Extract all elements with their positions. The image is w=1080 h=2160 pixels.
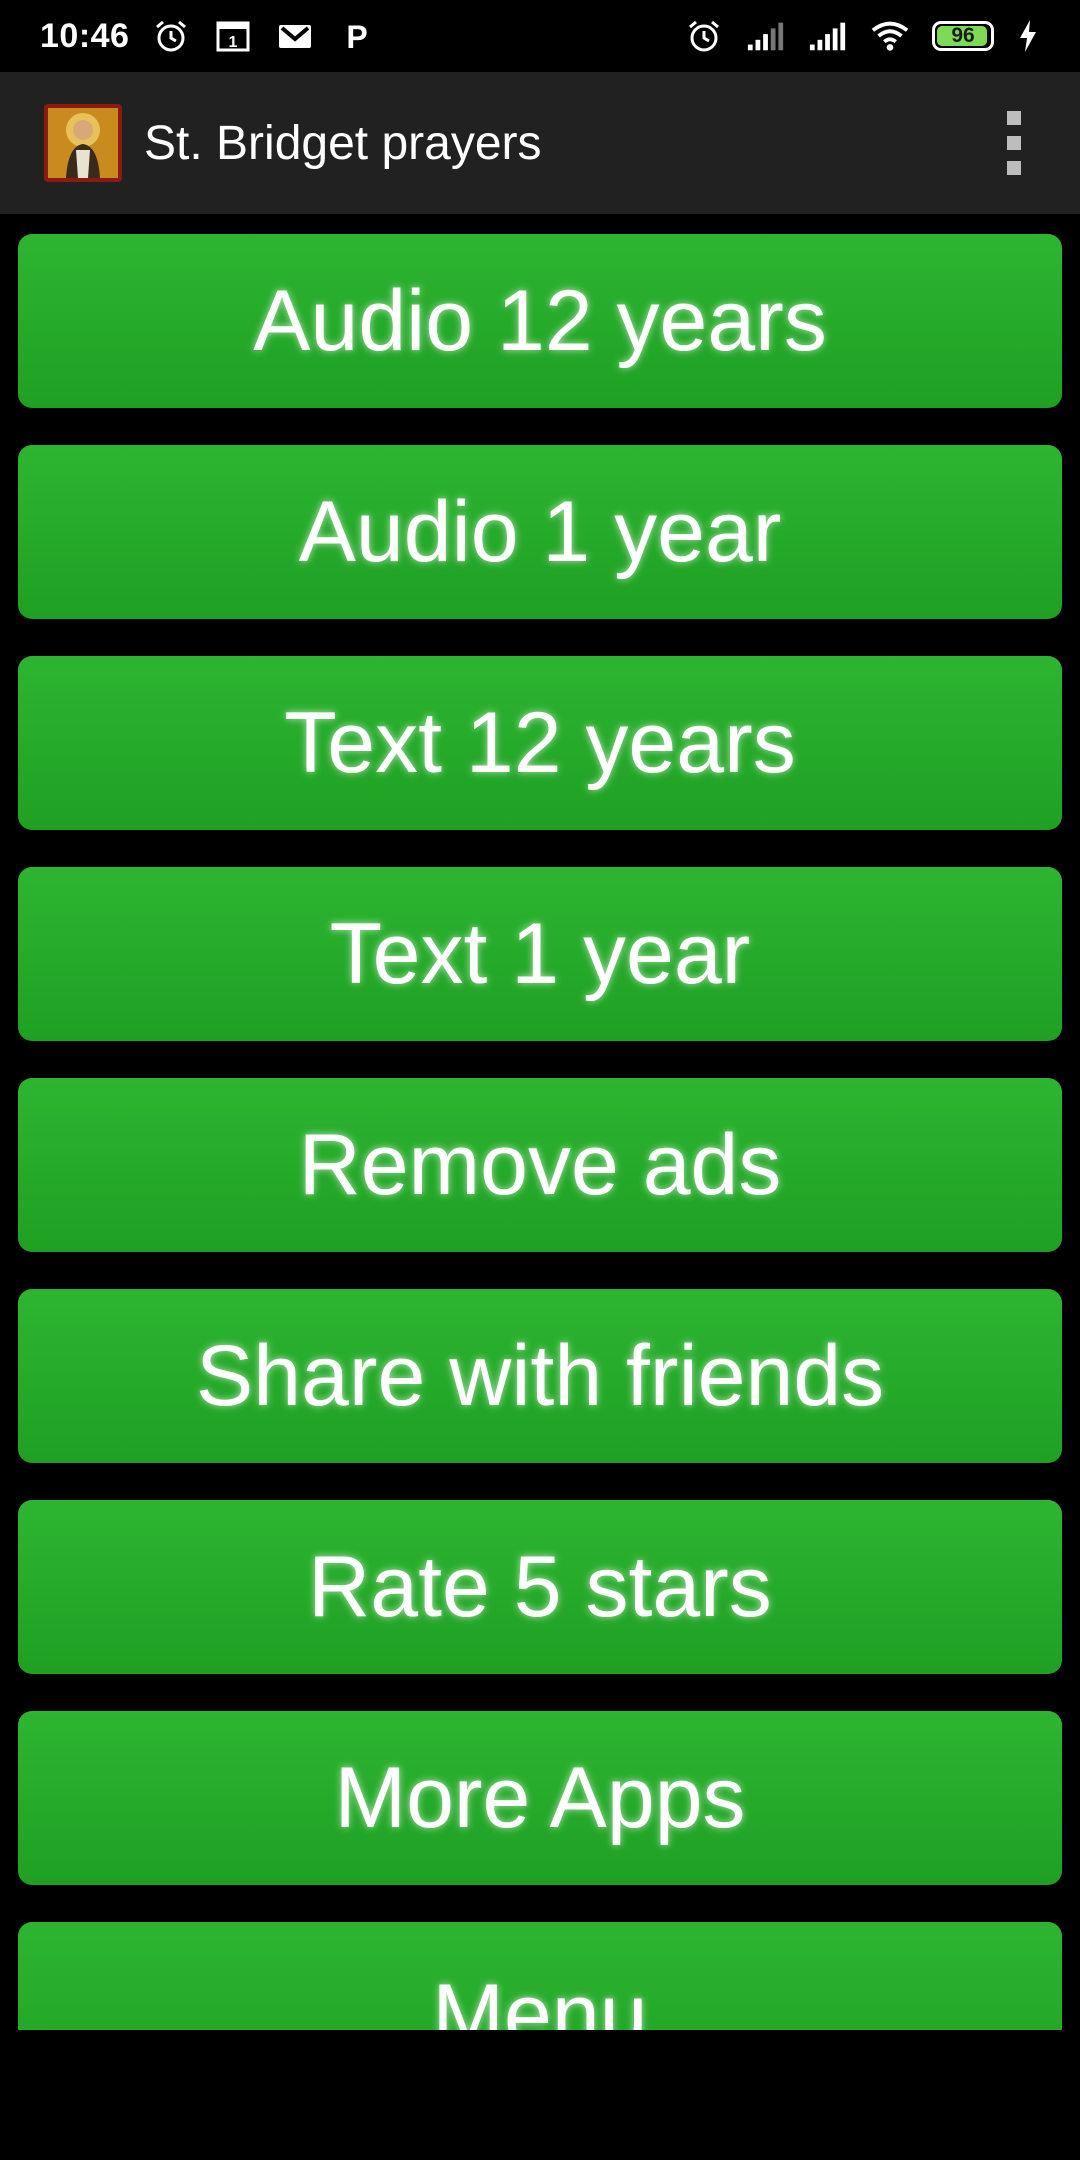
app-screen: 10:46 1 P 96 St. Bridget prayers Audio 1… (0, 0, 1080, 2160)
saint-icon[interactable] (44, 104, 122, 182)
bottom-area (0, 2030, 1080, 2160)
more-vert-icon[interactable] (984, 98, 1044, 188)
audio-12-years-button[interactable]: Audio 12 years (18, 234, 1062, 408)
action-bar: St. Bridget prayers (0, 72, 1080, 214)
text-1-year-button[interactable]: Text 1 year (18, 867, 1062, 1041)
menu-button[interactable]: Menu (18, 1922, 1062, 2030)
battery-percent: 96 (951, 24, 975, 47)
share-with-friends-button[interactable]: Share with friends (18, 1289, 1062, 1463)
calendar-day: 1 (229, 34, 238, 51)
gmail-icon (275, 16, 315, 56)
status-time: 10:46 (40, 16, 130, 55)
wifi-icon (870, 16, 910, 56)
overflow-dot (1007, 161, 1021, 175)
status-bar-right: 96 (684, 16, 1040, 56)
overflow-dot (1007, 136, 1021, 150)
alarm-icon (684, 16, 724, 56)
menu-list: Audio 12 years Audio 1 year Text 12 year… (0, 214, 1080, 2030)
status-bar-left: 10:46 1 P (40, 16, 377, 56)
audio-1-year-button[interactable]: Audio 1 year (18, 445, 1062, 619)
calendar-icon: 1 (213, 16, 253, 56)
app-title: St. Bridget prayers (144, 116, 542, 170)
p-letter: P (347, 19, 368, 54)
signal-icon (746, 16, 786, 56)
more-apps-button[interactable]: More Apps (18, 1711, 1062, 1885)
signal-icon (808, 16, 848, 56)
rate-5-stars-button[interactable]: Rate 5 stars (18, 1500, 1062, 1674)
battery-body: 96 (932, 21, 994, 51)
battery-icon: 96 (932, 21, 994, 51)
text-12-years-button[interactable]: Text 12 years (18, 656, 1062, 830)
remove-ads-button[interactable]: Remove ads (18, 1078, 1062, 1252)
status-bar: 10:46 1 P 96 (0, 0, 1080, 72)
alarm-clock-icon (151, 16, 191, 56)
overflow-dot (1007, 111, 1021, 125)
p-icon: P (337, 16, 377, 56)
charging-icon (1016, 16, 1040, 56)
